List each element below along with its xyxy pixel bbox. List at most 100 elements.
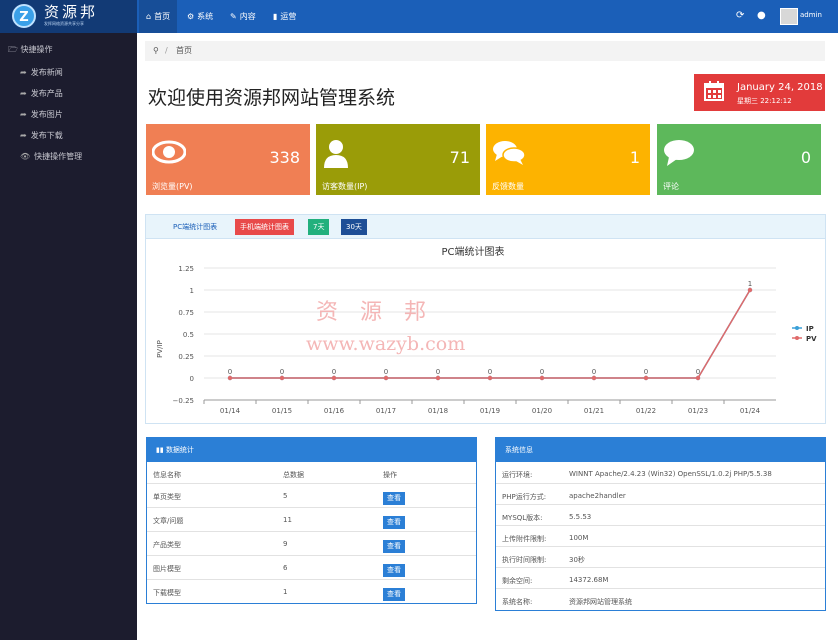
x-tick-label: 01/24 xyxy=(740,407,761,415)
data-label: 0 xyxy=(384,368,388,376)
stat-card-pv[interactable]: 338 浏览量(PV) xyxy=(146,124,310,195)
info-value: 资源邦网站管理系统 xyxy=(569,598,632,606)
data-label: 0 xyxy=(592,368,596,376)
home-icon: ⌂ xyxy=(146,12,152,21)
data-point xyxy=(227,375,233,381)
sidebar-heading[interactable]: 🗁 快捷操作 xyxy=(8,44,52,58)
table-row: 下载模型 1 查看 xyxy=(147,579,476,603)
info-key: 执行时间限制: xyxy=(502,556,547,564)
sidebar-heading-label: 快捷操作 xyxy=(20,45,53,54)
y-tick-label: 0 xyxy=(190,375,194,383)
nav-content[interactable]: ✎ 内容 xyxy=(223,0,263,33)
data-label: 0 xyxy=(436,368,440,376)
info-key: 剩余空间: xyxy=(502,577,533,585)
weekday-time-text: 星期三 22:12:12 xyxy=(737,97,792,105)
sidebar-item-publish-product[interactable]: ➦ 发布产品 xyxy=(20,88,63,99)
x-tick-label: 01/23 xyxy=(688,407,708,415)
info-value: apache2handler xyxy=(569,492,626,500)
date-text: January 24, 2018 xyxy=(737,82,823,93)
stat-card-feedback[interactable]: 1 反馈数量 xyxy=(486,124,650,195)
cogs-icon: ⚙ xyxy=(187,12,195,21)
breadcrumb-current[interactable]: 首页 xyxy=(176,41,192,61)
nav-content-label: 内容 xyxy=(239,12,256,21)
stat-card-ip[interactable]: 71 访客数量(IP) xyxy=(316,124,480,195)
breadcrumb-separator: / xyxy=(165,46,168,55)
data-point xyxy=(383,375,389,381)
pc-stats-line-chart: PC端统计图表 PV/IP 1.25 1 0.75 0.5 0.25 0 −0.25 01/1… xyxy=(156,245,817,415)
user-name[interactable]: admin xyxy=(800,11,822,19)
30-days-button[interactable]: 30天 xyxy=(341,219,367,235)
data-label: 1 xyxy=(748,280,752,288)
row-name: 下载模型 xyxy=(153,589,181,597)
data-point xyxy=(331,375,337,381)
data-point xyxy=(279,375,285,381)
row-count: 5 xyxy=(283,492,288,500)
table-row: 产品类型 9 查看 xyxy=(147,531,476,555)
sidebar-item-shortcut-manage[interactable]: 👁 快捷操作管理 xyxy=(20,151,82,162)
data-point xyxy=(435,375,441,381)
nav-system[interactable]: ⚙ 系统 xyxy=(180,0,220,33)
globe-icon[interactable]: ● xyxy=(757,10,766,21)
sidebar-item-label: 发布下载 xyxy=(30,131,63,140)
row-name: 产品类型 xyxy=(153,541,181,549)
info-value: WINNT Apache/2.4.23 (Win32) OpenSSL/1.0.… xyxy=(569,470,772,478)
breadcrumb: ⚲ / 首页 xyxy=(145,41,825,61)
x-tick-label: 01/21 xyxy=(584,407,604,415)
data-point xyxy=(643,375,649,381)
view-button[interactable]: 查看 xyxy=(383,492,405,505)
watermark-url: www.wazyb.com xyxy=(306,333,466,355)
row-count: 1 xyxy=(283,588,288,596)
chart-panel: PC端统计图表 手机端统计图表 7天 30天 PC端统计图表 PV/IP 1.2… xyxy=(145,214,826,424)
table-row: 单页类型 5 查看 xyxy=(147,483,476,507)
system-info-panel: 系统信息 运行环境: WINNT Apache/2.4.23 (Win32) Op… xyxy=(495,437,826,611)
mobile-stats-button[interactable]: 手机端统计图表 xyxy=(235,219,294,235)
data-point xyxy=(695,375,701,381)
logo-name: 资源邦 xyxy=(44,3,99,21)
edit-icon: ✎ xyxy=(230,12,237,21)
column-header: 信息名称 xyxy=(153,471,181,479)
nav-home[interactable]: ⌂ 首页 xyxy=(139,0,178,33)
view-button[interactable]: 查看 xyxy=(383,588,405,601)
logo-slogan: 发挥网络资源共享分享 xyxy=(44,21,84,26)
refresh-icon[interactable]: ⟳ xyxy=(736,10,744,21)
eye-icon: 👁 xyxy=(20,152,31,161)
x-tick-label: 01/19 xyxy=(480,407,500,415)
7-days-button[interactable]: 7天 xyxy=(308,219,330,235)
sidebar-item-label: 快捷操作管理 xyxy=(34,152,83,161)
bar-chart-icon: ▮ xyxy=(273,12,278,21)
sidebar-item-publish-image[interactable]: ➦ 发布图片 xyxy=(20,109,63,120)
share-icon: ➦ xyxy=(20,68,27,77)
tab-pc-stats[interactable]: PC端统计图表 xyxy=(173,222,217,232)
sidebar: 🗁 快捷操作 ➦ 发布新闻 ➦ 发布产品 ➦ 发布图片 ➦ 发布下载 👁 快捷操作管理 xyxy=(0,33,137,640)
comment-icon xyxy=(664,140,694,166)
sidebar-item-publish-news[interactable]: ➦ 发布新闻 xyxy=(20,67,63,78)
y-tick-label: 1.25 xyxy=(178,265,194,273)
x-tick-label: 01/22 xyxy=(636,407,656,415)
view-button[interactable]: 查看 xyxy=(383,540,405,553)
row-count: 9 xyxy=(283,540,288,548)
logo[interactable]: Z 资源邦 发挥网络资源共享分享 xyxy=(0,0,137,33)
y-tick-label: 1 xyxy=(190,287,194,295)
row-name: 单页类型 xyxy=(153,493,181,501)
sidebar-item-publish-download[interactable]: ➦ 发布下载 xyxy=(20,130,63,141)
y-tick-label: 0.5 xyxy=(183,331,194,339)
share-icon: ➦ xyxy=(20,110,27,119)
stat-card-comments[interactable]: 0 评论 xyxy=(657,124,821,195)
data-label: 0 xyxy=(540,368,544,376)
row-name: 图片模型 xyxy=(153,565,181,573)
legend-label: IP xyxy=(806,325,814,333)
data-point xyxy=(487,375,493,381)
data-stats-title: 数据统计 xyxy=(165,446,194,454)
date-box: January 24, 2018 星期三 22:12:12 xyxy=(694,74,825,111)
view-button[interactable]: 查看 xyxy=(383,564,405,577)
info-value: 5.5.53 xyxy=(569,513,592,521)
stat-value: 338 xyxy=(269,148,300,167)
view-button[interactable]: 查看 xyxy=(383,516,405,529)
stat-label: 反馈数量 xyxy=(492,182,524,191)
column-header: 操作 xyxy=(383,471,397,479)
avatar[interactable] xyxy=(780,8,798,25)
data-stats-panel: ▮▮ 数据统计 信息名称 总数据 操作 单页类型 5 查看 文章/问题 11 查… xyxy=(146,437,477,604)
stat-value: 1 xyxy=(629,148,640,167)
y-axis-label: PV/IP xyxy=(156,340,164,358)
nav-operations[interactable]: ▮ 运营 xyxy=(266,0,303,33)
